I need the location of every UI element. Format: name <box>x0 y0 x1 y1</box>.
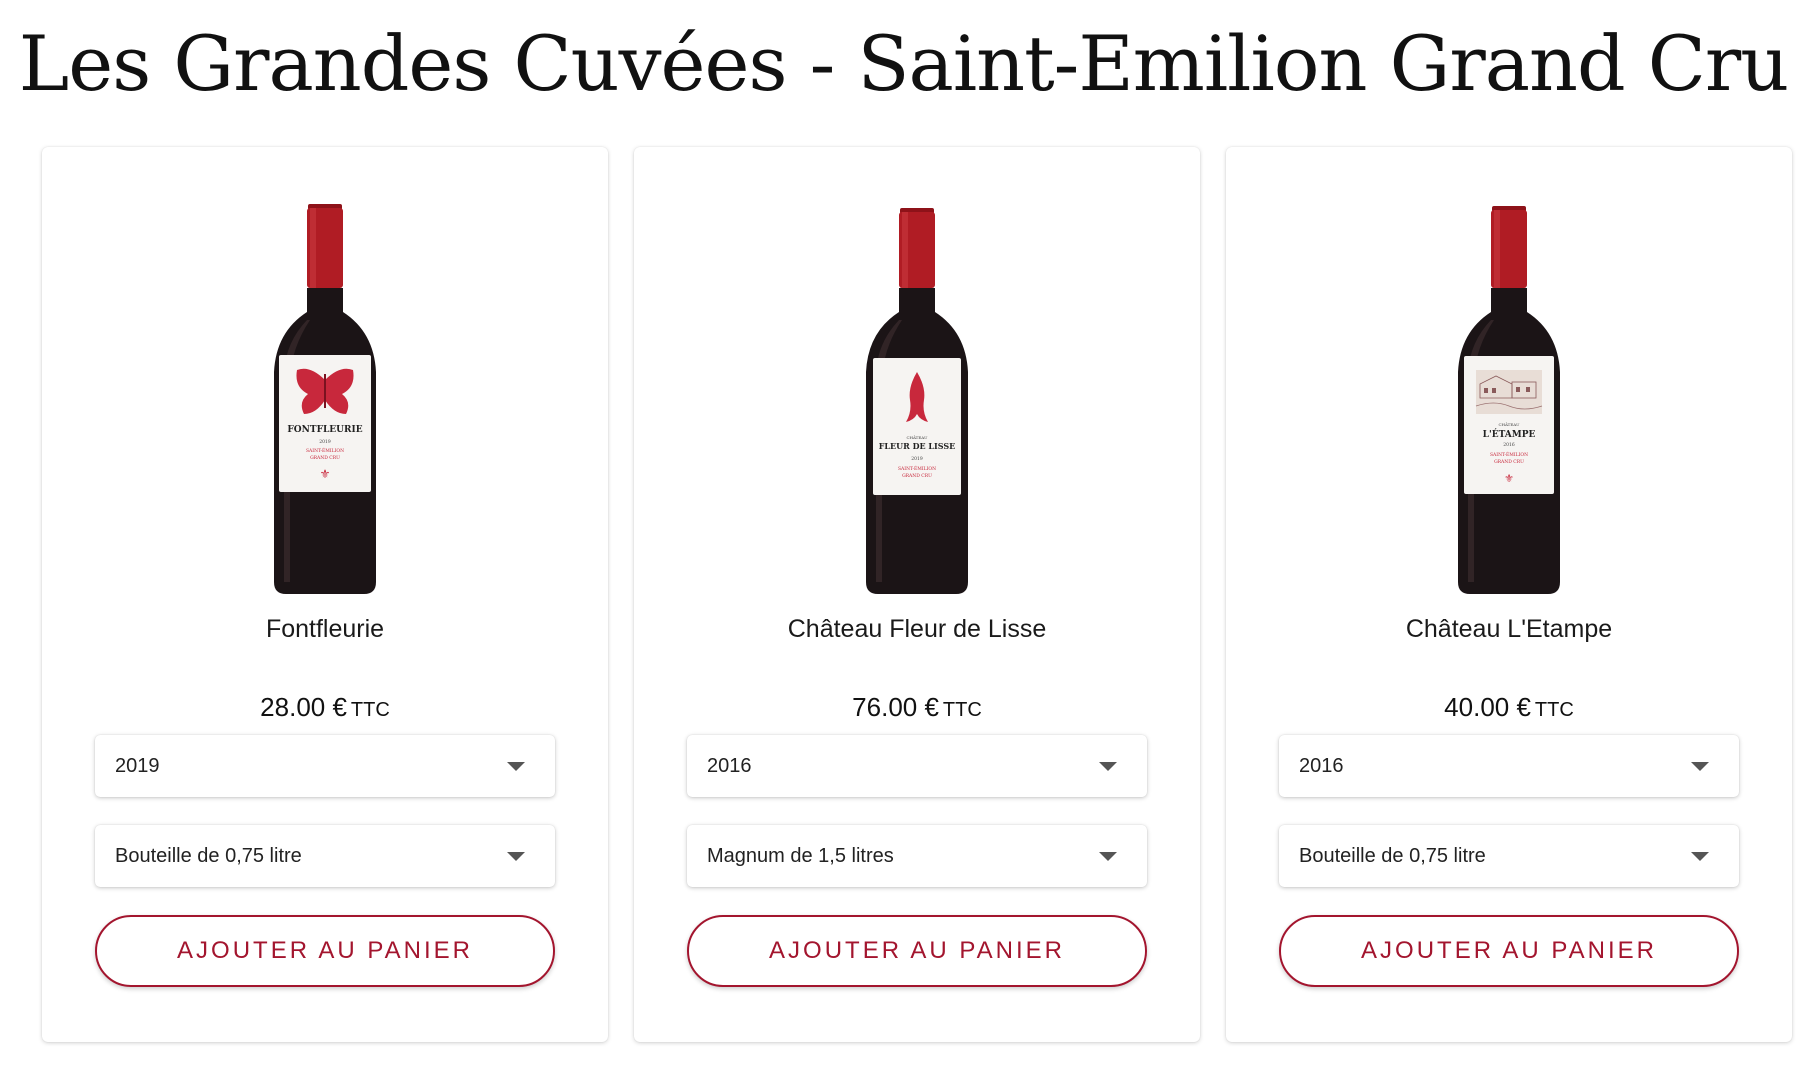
chevron-down-icon <box>507 851 525 861</box>
add-to-cart-button[interactable]: AJOUTER AU PANIER <box>1279 915 1739 987</box>
label-title: L'ÉTAMPE <box>1483 428 1536 440</box>
product-card: CHÂTEAU L'ÉTAMPE 2016 SAINT-ÉMILION GRAN… <box>1226 147 1792 1042</box>
vintage-value: 2016 <box>1299 754 1344 777</box>
page-title: Les Grandes Cuvées - Saint-Emilion Grand… <box>18 19 1789 108</box>
fleur-de-lis-icon: ⚜ <box>320 467 331 481</box>
vintage-select[interactable]: 2019 <box>95 735 555 797</box>
label-year: 2019 <box>319 439 331 445</box>
price-suffix: TTC <box>1534 699 1574 721</box>
wine-bottle-icon: CHÂTEAU L'ÉTAMPE 2016 SAINT-ÉMILION GRAN… <box>1458 206 1560 594</box>
price-suffix: TTC <box>942 699 982 721</box>
wine-bottle-icon: CHÂTEAU FLEUR DE LISSE 2019 SAINT-ÉMILIO… <box>866 208 968 594</box>
label-kicker: CHÂTEAU <box>906 435 928 440</box>
price-suffix: TTC <box>350 699 390 721</box>
product-name: Fontfleurie <box>265 615 385 643</box>
format-value: Bouteille de 0,75 litre <box>1299 844 1486 867</box>
chevron-down-icon <box>1099 851 1117 861</box>
product-name: Château Fleur de Lisse <box>787 615 1047 643</box>
vintage-value: 2016 <box>707 754 752 777</box>
label-year: 2016 <box>1503 442 1515 448</box>
format-select[interactable]: Magnum de 1,5 litres <box>687 825 1147 887</box>
chevron-down-icon <box>1691 761 1709 771</box>
vintage-select[interactable]: 2016 <box>1279 735 1739 797</box>
product-image[interactable]: CHÂTEAU L'ÉTAMPE 2016 SAINT-ÉMILION GRAN… <box>1226 202 1792 597</box>
product-price: 76.00 € TTC <box>634 692 1200 723</box>
add-to-cart-button[interactable]: AJOUTER AU PANIER <box>95 915 555 987</box>
vintage-value: 2019 <box>115 754 160 777</box>
label-title: FONTFLEURIE <box>287 425 362 435</box>
product-price: 40.00 € TTC <box>1226 692 1792 723</box>
product-name: Château L'Etampe <box>1405 615 1613 643</box>
product-grid: FONTFLEURIE 2019 SAINT-ÉMILION GRAND CRU… <box>42 147 1792 1042</box>
vintage-select[interactable]: 2016 <box>687 735 1147 797</box>
format-select[interactable]: Bouteille de 0,75 litre <box>1279 825 1739 887</box>
price-value: 40.00 € <box>1444 692 1531 722</box>
product-price: 28.00 € TTC <box>42 692 608 723</box>
label-kicker: CHÂTEAU <box>1498 422 1520 427</box>
product-page: Les Grandes Cuvées - Saint-Emilion Grand… <box>0 0 1807 1080</box>
fleur-de-lis-icon: ⚜ <box>1504 473 1514 485</box>
format-value: Bouteille de 0,75 litre <box>115 844 302 867</box>
label-classification: GRAND CRU <box>1494 459 1524 465</box>
chevron-down-icon <box>1691 851 1709 861</box>
format-select[interactable]: Bouteille de 0,75 litre <box>95 825 555 887</box>
add-to-cart-button[interactable]: AJOUTER AU PANIER <box>687 915 1147 987</box>
label-classification: GRAND CRU <box>310 455 340 461</box>
product-card: FONTFLEURIE 2019 SAINT-ÉMILION GRAND CRU… <box>42 147 608 1042</box>
chevron-down-icon <box>507 761 525 771</box>
product-image[interactable]: FONTFLEURIE 2019 SAINT-ÉMILION GRAND CRU… <box>42 202 608 597</box>
format-value: Magnum de 1,5 litres <box>707 844 894 867</box>
product-card: CHÂTEAU FLEUR DE LISSE 2019 SAINT-ÉMILIO… <box>634 147 1200 1042</box>
chevron-down-icon <box>1099 761 1117 771</box>
label-classification: GRAND CRU <box>902 473 932 479</box>
wine-bottle-icon: FONTFLEURIE 2019 SAINT-ÉMILION GRAND CRU… <box>274 204 376 594</box>
price-value: 28.00 € <box>260 692 347 722</box>
product-image[interactable]: CHÂTEAU FLEUR DE LISSE 2019 SAINT-ÉMILIO… <box>634 202 1200 597</box>
price-value: 76.00 € <box>852 692 939 722</box>
label-year: 2019 <box>911 456 923 462</box>
chateau-drawing-icon <box>1475 370 1543 414</box>
butterfly-icon <box>296 368 354 414</box>
label-title: FLEUR DE LISSE <box>879 441 955 451</box>
